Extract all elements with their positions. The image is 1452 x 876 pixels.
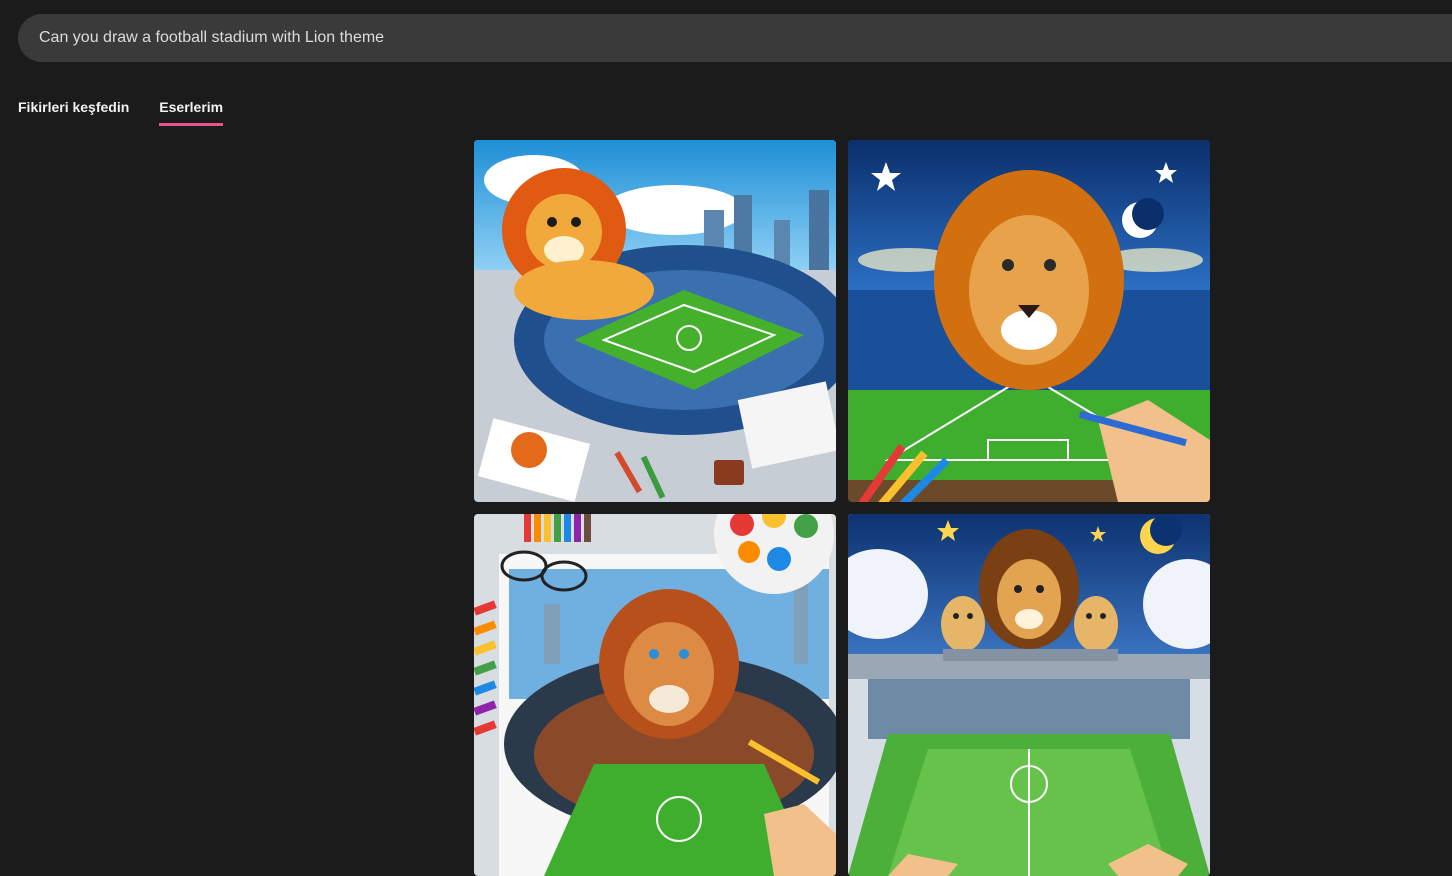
lion-stadium-illustration-4 [848,514,1210,876]
generated-image-4[interactable] [848,514,1210,876]
tab-bar: Fikirleri keşfedin Eserlerim [18,99,224,126]
lion-stadium-illustration-1 [474,140,836,502]
tab-my-creations[interactable]: Eserlerim [159,99,224,126]
tab-explore-ideas[interactable]: Fikirleri keşfedin [18,99,129,126]
generated-image-1[interactable] [474,140,836,502]
generated-image-3[interactable] [474,514,836,876]
lion-stadium-illustration-3 [474,514,836,876]
image-grid [474,140,1210,876]
prompt-input[interactable]: Can you draw a football stadium with Lio… [18,14,1452,62]
prompt-text: Can you draw a football stadium with Lio… [39,29,385,46]
lion-stadium-illustration-2 [848,140,1210,502]
generated-image-2[interactable] [848,140,1210,502]
